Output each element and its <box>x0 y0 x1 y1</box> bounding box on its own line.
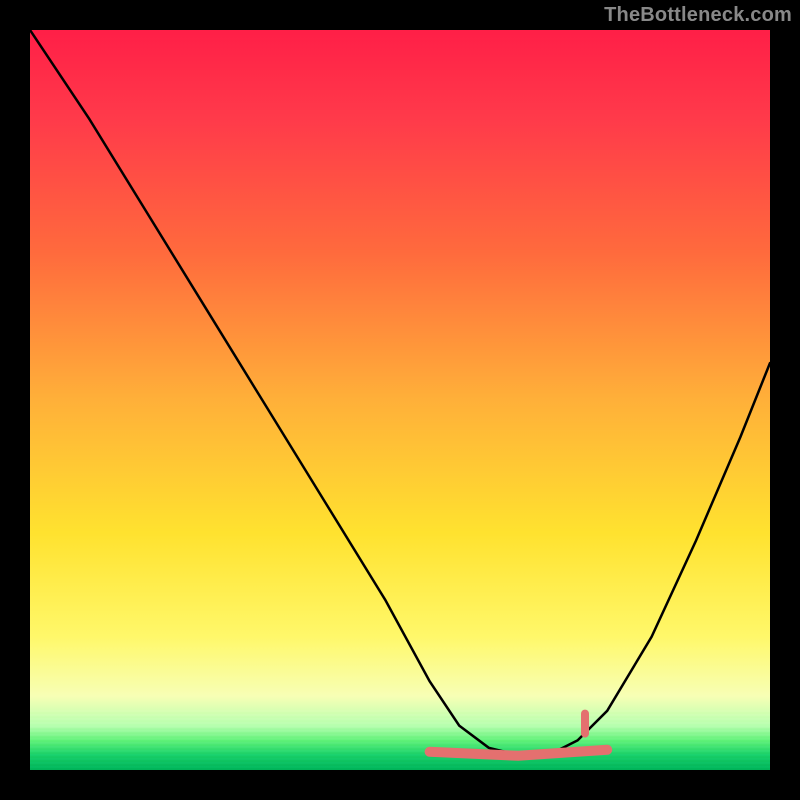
optimal-range-marker <box>430 750 608 756</box>
plot-area <box>30 30 770 770</box>
bottleneck-curve-path <box>30 30 770 755</box>
watermark-label: TheBottleneck.com <box>604 4 792 27</box>
chart-frame: TheBottleneck.com <box>0 0 800 800</box>
chart-svg <box>30 30 770 770</box>
